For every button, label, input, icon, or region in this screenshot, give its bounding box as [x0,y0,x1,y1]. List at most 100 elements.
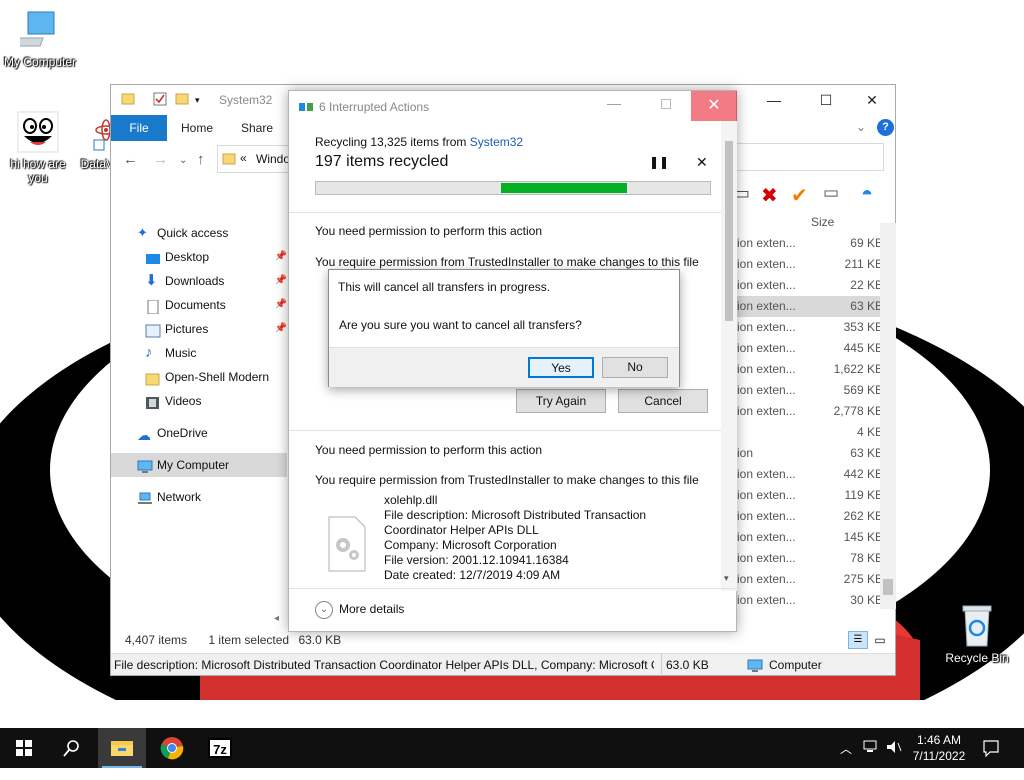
cancel-button[interactable]: Cancel [618,389,708,413]
sidebar-item-pictures[interactable]: Pictures 📌 [111,317,287,341]
scrollbar-thumb[interactable] [883,579,893,595]
maximize-button[interactable] [661,99,671,109]
file-description-text: File description: Microsoft Distributed … [114,658,654,672]
table-row[interactable]: ion exten... 569 KB [737,380,883,401]
column-header-size[interactable]: Size [811,215,834,229]
details-status-bar: File description: Microsoft Distributed … [111,653,895,676]
search-button[interactable] [48,728,96,768]
table-row-selected[interactable]: ion exten... 63 KB [737,296,883,317]
address-bar[interactable]: « Windo [217,145,297,173]
row-size: 211 KB [844,257,883,271]
search-input[interactable] [736,143,884,171]
sidebar-item-quick-access[interactable]: ✦ Quick access [111,221,287,245]
properties-checkbox-icon[interactable] [153,92,167,109]
back-arrow-icon[interactable]: ← [123,151,138,168]
pin-icon[interactable]: 📌 [275,317,287,341]
vertical-scrollbar[interactable]: ▾ [721,121,737,591]
scroll-down-arrow[interactable]: ▾ [724,573,729,584]
pin-icon[interactable]: 📌 [275,245,287,269]
table-row[interactable]: ion exten... 22 KB [737,275,883,296]
row-type: ion exten... [737,341,796,355]
volume-icon[interactable] [886,739,902,779]
help-icon[interactable]: ? [877,119,894,136]
large-icons-view-icon[interactable]: ▭ [871,631,889,649]
taskbar-7zip[interactable]: 7z [196,728,244,768]
taskbar-clock[interactable]: 1:46 AM 7/11/2022 [908,732,970,764]
sidebar-item-network[interactable]: Network [111,485,287,509]
table-row[interactable]: 4 KB [737,422,883,443]
table-row[interactable]: ion exten... 30 KB [737,590,883,611]
taskbar-chrome[interactable] [148,728,196,768]
pictures-icon [145,322,161,338]
table-row[interactable]: ion exten... 78 KB [737,548,883,569]
table-row[interactable]: ion exten... 119 KB [737,485,883,506]
up-arrow-icon[interactable]: ↑ [197,151,205,168]
sidebar-item-my-computer[interactable]: My Computer [111,453,287,477]
network-status-icon[interactable] [862,738,880,778]
pause-icon[interactable]: ❚❚ [649,155,669,169]
table-row[interactable]: ion exten... 262 KB [737,506,883,527]
customize-dropdown-icon[interactable]: ▾ [195,95,200,106]
rename-icon[interactable]: ▭ [823,183,839,203]
scroll-left-arrow[interactable]: ◂ [274,613,279,624]
pin-icon[interactable]: 📌 [275,269,287,293]
table-row[interactable]: ion 63 KB [737,443,883,464]
expand-ribbon-icon[interactable]: ⌄ [856,120,866,134]
sidebar-item-music[interactable]: ♪ Music [111,341,287,365]
close-button[interactable]: ✕ [691,91,737,121]
row-type: ion exten... [737,530,796,544]
new-folder-icon[interactable] [175,92,189,109]
pin-icon[interactable]: 📌 [275,293,287,317]
tab-file[interactable]: File [111,115,167,141]
file-version: File version: 2001.12.10941.16384 [384,553,569,567]
scrollbar-thumb[interactable] [725,141,733,321]
sidebar-item-documents[interactable]: Documents 📌 [111,293,287,317]
sidebar-item-desktop[interactable]: Desktop 📌 [111,245,287,269]
show-hidden-icons-chevron-icon[interactable]: ︿ [840,740,852,780]
table-row[interactable]: ion exten... 145 KB [737,527,883,548]
minimize-button[interactable]: — [751,85,797,115]
music-icon: ♪ [145,344,153,361]
desktop-icon-my-computer[interactable]: My Computer [0,8,80,69]
more-details-toggle[interactable]: ⌄ More details [315,601,404,619]
yes-button[interactable]: Yes [528,357,594,378]
source-link[interactable]: System32 [470,135,523,149]
desktop-icon-datav[interactable]: DataV [66,108,114,171]
maximize-button[interactable]: ☐ [803,85,849,115]
shell-icon[interactable]: ◓ [861,183,873,206]
taskbar-file-explorer[interactable] [98,728,146,768]
permission-message: You require permission from TrustedInsta… [315,473,699,487]
file-company: Company: Microsoft Corporation [384,538,557,552]
details-view-icon[interactable]: ☰ [848,631,868,649]
table-row[interactable]: ion exten... 2,778 KB [737,401,883,422]
table-row[interactable]: ion exten... 353 KB [737,317,883,338]
sidebar-item-downloads[interactable]: ⬇ Downloads 📌 [111,269,287,293]
recent-locations-icon[interactable]: ⌄ [179,155,187,166]
minimize-button[interactable]: — [607,95,621,111]
sidebar-item-label: Music [165,346,197,360]
table-row[interactable]: ion exten... 442 KB [737,464,883,485]
table-row[interactable]: ion exten... 445 KB [737,338,883,359]
notifications-icon[interactable] [982,739,1000,779]
tab-share[interactable]: Share [229,115,285,141]
stop-icon[interactable]: ✕ [696,154,708,171]
delete-x-icon[interactable]: ✖ [761,183,778,208]
row-size: 69 KB [850,236,883,250]
no-button[interactable]: No [602,357,668,378]
sidebar-item-onedrive[interactable]: ☁ OneDrive [111,421,287,445]
close-button[interactable]: ✕ [849,85,895,115]
sidebar-item-videos[interactable]: Videos [111,389,287,413]
table-row[interactable]: ion exten... 211 KB [737,254,883,275]
table-row[interactable]: ion exten... 275 KB [737,569,883,590]
start-button[interactable] [0,728,48,768]
breadcrumb-overflow-icon[interactable]: « [240,151,247,165]
sidebar-item-open-shell[interactable]: Open-Shell Modern [111,365,287,389]
vertical-scrollbar[interactable] [880,223,896,609]
try-again-button[interactable]: Try Again [516,389,606,413]
tab-home[interactable]: Home [169,115,225,141]
table-row[interactable]: ion exten... 69 KB [737,233,883,254]
table-row[interactable]: ion exten... 1,622 KB [737,359,883,380]
desktop-icon-recycle-bin[interactable]: Recycle Bin [940,602,1014,665]
check-icon[interactable]: ✔ [791,183,808,208]
forward-arrow-icon[interactable]: → [153,151,168,168]
